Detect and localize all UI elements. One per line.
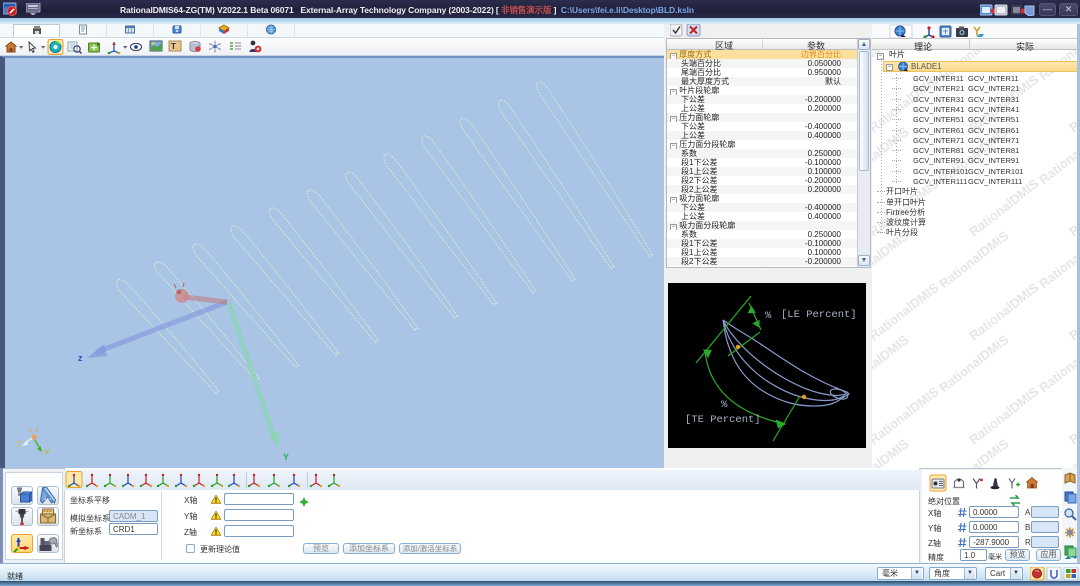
- svg-text:[TE Percent]: [TE Percent]: [685, 414, 761, 426]
- svg-text:z: z: [78, 353, 83, 363]
- svg-text:%: %: [721, 399, 728, 411]
- svg-text:T: T: [171, 42, 176, 51]
- svg-text:%: %: [765, 310, 772, 322]
- svg-text:[LE Percent]: [LE Percent]: [781, 309, 857, 321]
- svg-text:Y: Y: [283, 452, 289, 462]
